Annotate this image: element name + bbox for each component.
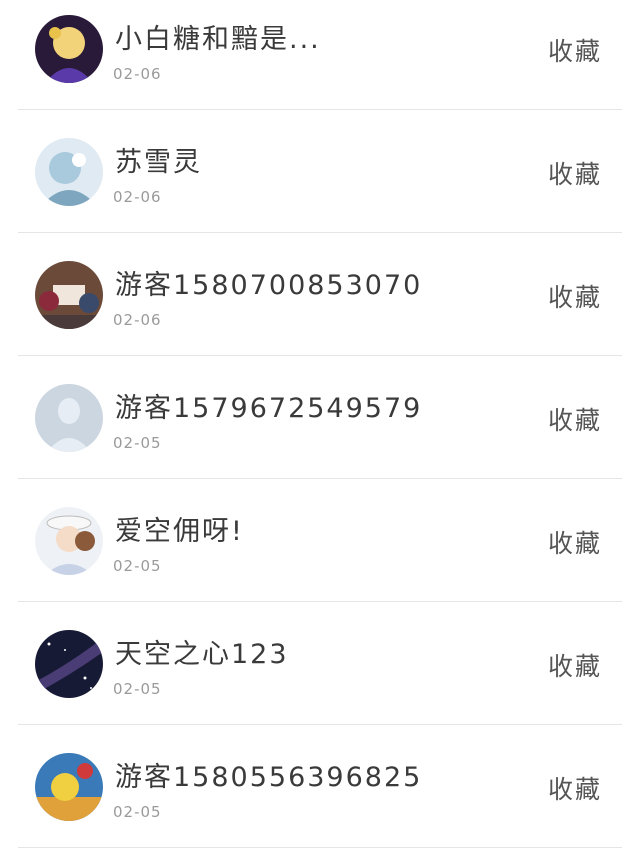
item-date: 02-05 (113, 680, 162, 698)
favorite-button[interactable]: 收藏 (548, 32, 602, 68)
default-avatar-icon (35, 384, 103, 452)
favorite-button[interactable]: 收藏 (548, 770, 602, 806)
user-avatar[interactable] (35, 261, 103, 329)
user-name: 爱空佣呀! (115, 516, 244, 547)
list-item[interactable]: 游客1579672549579 02-05 收藏 (18, 356, 622, 479)
item-date: 02-06 (113, 188, 162, 206)
list-item[interactable]: 苏雪灵 02-06 收藏 (18, 110, 622, 233)
item-date: 02-05 (113, 803, 162, 821)
favorite-button[interactable]: 收藏 (548, 647, 602, 683)
favorite-button[interactable]: 收藏 (548, 278, 602, 314)
photo-avatar-group-icon (35, 261, 103, 329)
user-name: 小白糖和黯是... (115, 24, 321, 55)
anime-avatar-girl-icon (35, 507, 103, 575)
user-name: 游客1580700853070 (115, 270, 423, 301)
user-avatar[interactable] (35, 630, 103, 698)
user-name: 游客1580556396825 (115, 762, 423, 793)
favorite-button[interactable]: 收藏 (548, 524, 602, 560)
list-item[interactable]: 游客1580556396825 02-05 收藏 (18, 725, 622, 848)
list-item[interactable]: 游客1580700853070 02-06 收藏 (18, 233, 622, 356)
favorite-button[interactable]: 收藏 (548, 401, 602, 437)
user-avatar[interactable] (35, 138, 103, 206)
user-avatar[interactable] (35, 15, 103, 83)
user-name: 天空之心123 (115, 639, 289, 670)
user-avatar[interactable] (35, 753, 103, 821)
item-date: 02-06 (113, 65, 162, 83)
user-name: 游客1579672549579 (115, 393, 423, 424)
anime-avatar-dark-icon (35, 15, 103, 83)
galaxy-avatar-icon (35, 630, 103, 698)
item-date: 02-06 (113, 311, 162, 329)
favorites-list: 小白糖和黯是... 02-06 收藏 苏雪灵 02-06 收藏 游客158070… (0, 0, 640, 848)
user-name: 苏雪灵 (115, 147, 202, 178)
anime-avatar-blue-icon (35, 138, 103, 206)
colorful-avatar-icon (35, 753, 103, 821)
item-date: 02-05 (113, 434, 162, 452)
list-item[interactable]: 天空之心123 02-05 收藏 (18, 602, 622, 725)
item-date: 02-05 (113, 557, 162, 575)
list-item[interactable]: 爱空佣呀! 02-05 收藏 (18, 479, 622, 602)
favorite-button[interactable]: 收藏 (548, 155, 602, 191)
list-item[interactable]: 小白糖和黯是... 02-06 收藏 (18, 0, 622, 110)
user-avatar[interactable] (35, 384, 103, 452)
user-avatar[interactable] (35, 507, 103, 575)
